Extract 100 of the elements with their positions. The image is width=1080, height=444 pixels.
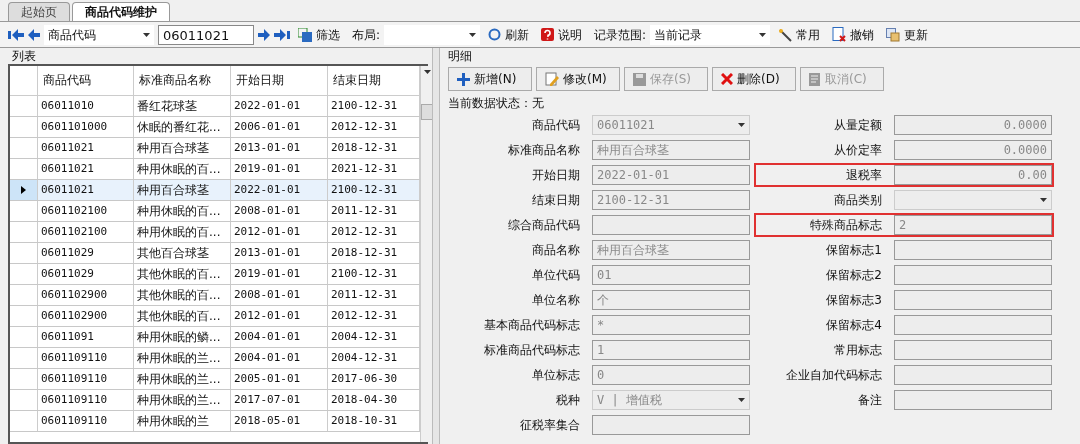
table-cell: 种用百合球茎 (134, 180, 231, 200)
field-label: 常用标志 (833, 341, 883, 359)
dropdown-caret-icon (423, 70, 431, 74)
common-button[interactable]: 常用 (774, 24, 825, 45)
status-text: 当前数据状态：无 (447, 95, 545, 112)
dropdown-caret-icon (1040, 197, 1047, 202)
field-label: 标准商品代码标志 (483, 341, 581, 359)
table-cell: 种用休眠的百... (134, 159, 231, 179)
input-field[interactable] (592, 414, 750, 435)
update-button[interactable]: 更新 (882, 24, 933, 45)
first-arrow-icon[interactable] (8, 28, 24, 41)
table-cell: 其他休眠的百... (134, 264, 231, 284)
column-header[interactable]: 开始日期 (231, 66, 328, 95)
edit-icon (545, 72, 559, 86)
action-button[interactable]: 新增(N) (448, 67, 532, 91)
table-cell: 种用百合球茎 (134, 138, 231, 158)
help-button[interactable]: 说明 (537, 24, 587, 45)
table-cell: 06011021 (38, 138, 134, 158)
refresh-icon (488, 28, 502, 41)
dropdown-caret-icon (738, 122, 745, 127)
splitter[interactable] (432, 48, 440, 444)
field-label: 保留标志1 (825, 241, 883, 259)
table-cell: 2012-01-01 (231, 222, 328, 242)
input-field[interactable]: 06011021 (158, 24, 254, 45)
refresh-button[interactable]: 刷新 (484, 24, 534, 45)
input-field[interactable] (894, 389, 1052, 410)
last-arrow-icon[interactable] (274, 28, 290, 41)
close-icon (721, 73, 733, 85)
panel-title: 列表 (11, 48, 37, 64)
dropdown-field[interactable]: 当前记录 (650, 24, 771, 45)
table-cell: 2022-01-01 (231, 96, 328, 116)
dropdown-caret-icon (143, 32, 150, 37)
input-field[interactable] (894, 289, 1052, 310)
scroll-thumb[interactable] (421, 104, 433, 120)
field-label: 商品名称 (531, 241, 581, 259)
table-cell: 种用休眠的鳞... (134, 327, 231, 347)
column-header[interactable]: 标准商品名称 (134, 66, 231, 95)
dropdown-caret-icon (469, 32, 477, 37)
field-label: 从量定额 (833, 116, 883, 134)
input-field[interactable] (894, 239, 1052, 260)
revoke-button[interactable]: 撤销 (828, 24, 879, 45)
field-label: 征税率集合 (519, 416, 581, 434)
field-label: 特殊商品标志 (809, 216, 883, 234)
tab[interactable]: 商品代码维护 (72, 2, 170, 21)
table-cell: 2017-07-01 (231, 390, 328, 410)
field-label: 单位名称 (531, 291, 581, 309)
input-field[interactable] (894, 364, 1052, 385)
table-cell: 番红花球茎 (134, 96, 231, 116)
field-label: 企业自加代码标志 (785, 366, 883, 384)
table-cell: 06011021 (38, 159, 134, 179)
field-label: 单位标志 (531, 366, 581, 384)
tab[interactable]: 起始页 (8, 2, 70, 21)
input-field[interactable] (894, 314, 1052, 335)
dropdown-field[interactable] (894, 189, 1052, 210)
table-cell: 2018-05-01 (231, 411, 328, 431)
table-cell: 2013-01-01 (231, 243, 328, 263)
dropdown-field[interactable] (384, 24, 481, 45)
input-field[interactable] (894, 264, 1052, 285)
table-cell: 0601101000 (38, 117, 134, 137)
field-label: 基本商品代码标志 (483, 316, 581, 334)
input-field[interactable] (894, 339, 1052, 360)
floppy-icon (633, 72, 646, 86)
dropdown-field[interactable]: 商品代码 (44, 24, 154, 45)
table-cell: 2019-01-01 (231, 264, 328, 284)
table-cell: 0601109110 (38, 348, 134, 368)
field-label: 保留标志4 (825, 316, 883, 334)
field-label: 开始日期 (531, 166, 581, 184)
field-label: 税种 (555, 391, 581, 409)
table-cell: 0601109110 (38, 411, 134, 431)
action-button[interactable]: 删除(D) (712, 67, 796, 91)
table-cell: 2004-01-01 (231, 327, 328, 347)
table-cell: 2006-01-01 (231, 117, 328, 137)
table-cell: 其他休眠的百... (134, 285, 231, 305)
dropdown-caret-icon (759, 32, 767, 37)
left-arrow-icon[interactable] (28, 28, 40, 41)
document-x-icon (832, 27, 847, 42)
wand-icon (778, 27, 793, 42)
field-label: 退税率 (845, 166, 883, 184)
filter-button[interactable]: 筛选 (294, 24, 344, 45)
table-cell: 其他百合球茎 (134, 243, 231, 263)
table-cell: 种用休眠的百... (134, 222, 231, 242)
table-cell: 2005-01-01 (231, 369, 328, 389)
table-cell: 种用休眠的兰 (134, 411, 231, 431)
action-button[interactable]: 修改(M) (536, 67, 620, 91)
current-row-icon (21, 186, 26, 194)
table-cell: 0601102900 (38, 306, 134, 326)
table-cell: 0601109110 (38, 369, 134, 389)
field-label: 商品类别 (833, 191, 883, 209)
table-cell: 06011029 (38, 264, 134, 284)
column-header[interactable]: 商品代码 (38, 66, 134, 95)
table-cell: 2004-01-01 (231, 348, 328, 368)
table-cell: 06011091 (38, 327, 134, 347)
help-icon (541, 28, 555, 41)
table-cell: 2022-01-01 (231, 180, 328, 200)
right-arrow-icon[interactable] (258, 28, 270, 41)
dropdown-caret-icon (738, 397, 745, 402)
input-field[interactable] (592, 214, 750, 235)
filter-icon (298, 27, 312, 42)
table-cell: 06011021 (38, 180, 134, 200)
table-cell: 0601109110 (38, 390, 134, 410)
